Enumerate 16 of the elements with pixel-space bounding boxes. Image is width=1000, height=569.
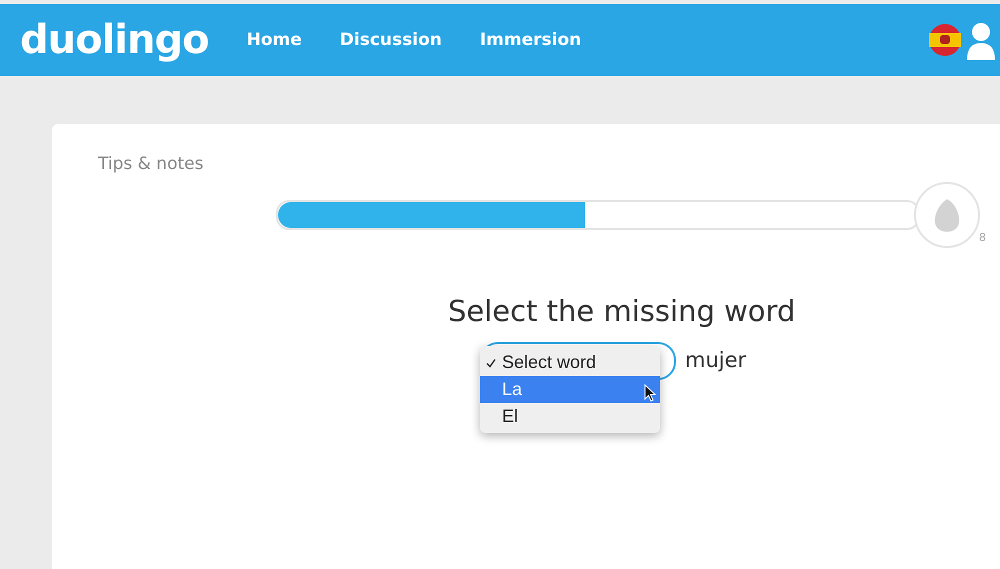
- menu-option[interactable]: El: [480, 403, 660, 430]
- cursor-icon: [644, 384, 656, 402]
- egg-icon: [933, 197, 961, 233]
- menu-option[interactable]: La: [480, 376, 660, 403]
- logo[interactable]: duolingo: [20, 17, 209, 63]
- nav-link[interactable]: Home: [246, 30, 302, 50]
- sentence-word: mujer: [685, 348, 746, 372]
- egg-count: 8: [979, 231, 986, 244]
- nav-link[interactable]: Immersion: [480, 30, 582, 50]
- question-text: Select the missing word: [448, 294, 796, 328]
- avatar-icon[interactable]: [966, 20, 996, 60]
- check-icon: [486, 358, 496, 368]
- tips-link[interactable]: Tips & notes: [98, 154, 1000, 174]
- flag-icon[interactable]: [928, 23, 962, 57]
- nav-link[interactable]: Discussion: [340, 30, 442, 50]
- menu-option[interactable]: Select word: [480, 349, 660, 376]
